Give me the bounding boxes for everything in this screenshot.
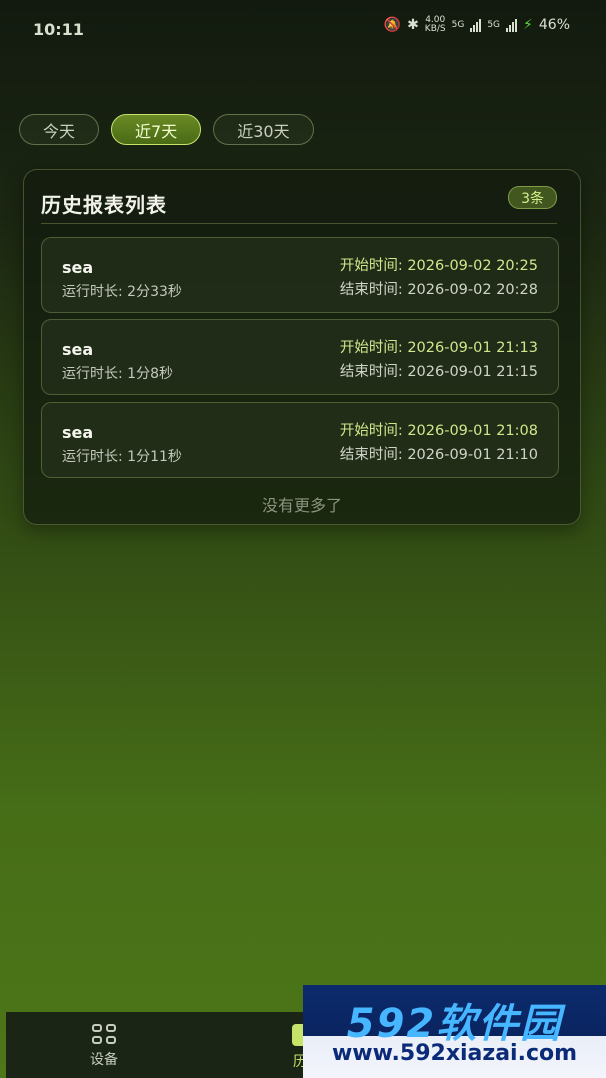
grid-icon <box>92 1024 116 1044</box>
watermark-url: www.592xiazai.com <box>331 1041 578 1066</box>
nav-devices-label: 设备 <box>90 1052 118 1068</box>
report-name: sea <box>62 423 94 442</box>
status-bar: 10:11 🔕 ✱ 4.00 KB/S 5G 5G ⚡ 46% <box>0 0 606 52</box>
panel-title: 历史报表列表 <box>41 193 167 217</box>
mute-icon: 🔕 <box>383 17 402 33</box>
time-filter: 今天 近7天 近30天 <box>19 114 314 145</box>
report-end-time: 结束时间: 2026-09-02 20:28 <box>339 282 538 298</box>
report-item[interactable]: sea 运行时长: 1分8秒 开始时间: 2026-09-01 21:13 结束… <box>41 319 559 395</box>
net-label-2: 5G <box>487 19 501 30</box>
report-name: sea <box>62 340 94 359</box>
report-end-time: 结束时间: 2026-09-01 21:15 <box>339 364 538 380</box>
report-end-time: 结束时间: 2026-09-01 21:10 <box>339 447 538 463</box>
report-item[interactable]: sea 运行时长: 1分11秒 开始时间: 2026-09-01 21:08 结… <box>41 402 559 478</box>
report-duration: 运行时长: 2分33秒 <box>62 284 182 300</box>
bluetooth-icon: ✱ <box>407 17 419 33</box>
watermark: 592软件园 www.592xiazai.com <box>303 985 606 1078</box>
count-badge: 3条 <box>508 186 557 209</box>
nav-devices[interactable]: 设备 <box>90 1024 118 1069</box>
report-name: sea <box>62 258 94 277</box>
net-speed: 4.00 KB/S <box>425 16 446 34</box>
report-item[interactable]: sea 运行时长: 2分33秒 开始时间: 2026-09-02 20:25 结… <box>41 237 559 313</box>
report-start-time: 开始时间: 2026-09-02 20:25 <box>339 258 538 274</box>
report-list-panel: 历史报表列表 3条 sea 运行时长: 2分33秒 开始时间: 2026-09-… <box>23 169 581 525</box>
report-start-time: 开始时间: 2026-09-01 21:13 <box>339 340 538 356</box>
status-time: 10:11 <box>33 20 84 39</box>
divider <box>41 223 557 224</box>
filter-7-days[interactable]: 近7天 <box>111 114 202 145</box>
filter-today[interactable]: 今天 <box>19 114 100 145</box>
battery-percent: 46% <box>538 17 570 33</box>
report-duration: 运行时长: 1分11秒 <box>62 449 182 465</box>
net-label-1: 5G <box>451 19 465 30</box>
filter-30-days[interactable]: 近30天 <box>213 114 314 145</box>
status-icons: 🔕 ✱ 4.00 KB/S 5G 5G ⚡ 46% <box>384 16 570 34</box>
net-speed-unit: KB/S <box>424 24 446 34</box>
no-more-hint: 没有更多了 <box>261 496 342 515</box>
charging-icon: ⚡ <box>523 17 533 33</box>
report-duration: 运行时长: 1分8秒 <box>62 366 173 382</box>
signal-icon-1 <box>470 18 482 32</box>
signal-icon-2 <box>506 18 518 32</box>
report-start-time: 开始时间: 2026-09-01 21:08 <box>339 423 538 439</box>
